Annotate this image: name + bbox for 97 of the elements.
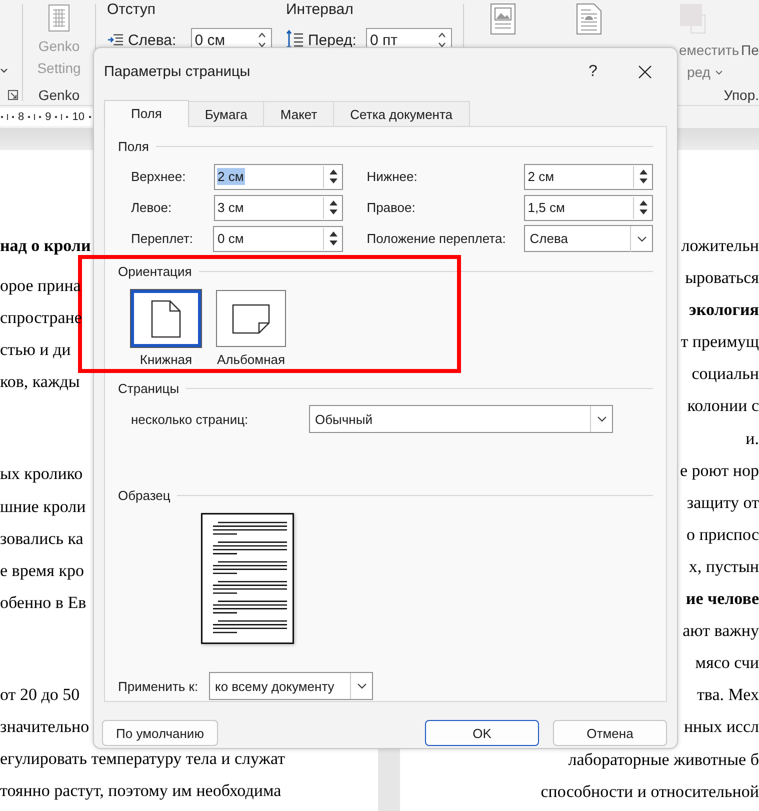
document-grid-icon bbox=[48, 4, 70, 32]
picture-page-icon[interactable] bbox=[490, 3, 517, 35]
group-title: Отступ bbox=[107, 1, 157, 19]
ruler-number: 9 bbox=[45, 111, 52, 123]
spin-up-icon[interactable] bbox=[438, 32, 446, 38]
section-title: Образец bbox=[118, 488, 170, 502]
text-line: о приспос bbox=[686, 524, 759, 546]
tab[interactable]: Сетка документа bbox=[333, 101, 470, 126]
text-line: ыроваться bbox=[685, 267, 759, 290]
field-label: Применить к: bbox=[118, 678, 200, 694]
field-label: Левое: bbox=[131, 200, 173, 215]
text-line: значительно bbox=[0, 716, 90, 738]
text-line: способности и относительной bbox=[540, 780, 759, 803]
spin-down-icon[interactable] bbox=[328, 209, 338, 215]
text-line: х, пустын bbox=[688, 556, 759, 578]
portrait-page-icon bbox=[151, 300, 181, 338]
section-title: Поля bbox=[118, 138, 149, 154]
dropdown[interactable]: Обычный bbox=[309, 405, 613, 433]
spin-field[interactable]: 2 см bbox=[214, 164, 343, 190]
text-line: колонии с bbox=[687, 395, 759, 418]
spin-down-icon[interactable] bbox=[639, 178, 648, 184]
spin-field[interactable]: 0 см bbox=[213, 226, 343, 252]
indent-icon bbox=[107, 33, 124, 47]
chevron-down-icon bbox=[356, 683, 366, 689]
text-line: над о кроли bbox=[0, 235, 91, 257]
orientation-label: Книжная bbox=[140, 352, 192, 368]
tab[interactable]: Поля bbox=[104, 100, 189, 127]
spin-field[interactable]: 2 см bbox=[524, 164, 653, 190]
close-icon bbox=[638, 65, 652, 79]
dialog-button[interactable]: OK bbox=[425, 720, 539, 746]
ruler-number: 10 bbox=[72, 111, 84, 123]
spin-up-icon[interactable] bbox=[639, 169, 648, 175]
text-line: ие челове bbox=[686, 588, 759, 610]
text-line: стью и ди bbox=[0, 339, 71, 362]
dialog-launcher-icon[interactable] bbox=[8, 90, 18, 100]
section-title: Ориентация bbox=[118, 264, 192, 278]
text-line: е время кро bbox=[0, 560, 84, 582]
ruler-number: 8 bbox=[18, 111, 24, 123]
spin-down-icon[interactable] bbox=[639, 209, 648, 215]
field-label: Верхнее: bbox=[131, 169, 187, 184]
text-line: т преимущ bbox=[680, 331, 759, 354]
landscape-page-icon bbox=[232, 304, 270, 334]
spin-down-icon[interactable] bbox=[328, 240, 338, 246]
spin-field[interactable]: 1,5 см bbox=[524, 194, 653, 220]
group-label: Упор. bbox=[724, 87, 759, 103]
ribbon-button[interactable]: Пе bbox=[741, 39, 759, 61]
text-line: ых кролико bbox=[0, 463, 83, 486]
field-label: Перед: bbox=[308, 32, 356, 48]
text-line: лабораторные животные б bbox=[568, 748, 759, 771]
text-line: тва. Мех bbox=[697, 684, 759, 706]
spin-down-icon[interactable] bbox=[438, 42, 446, 48]
text-line: егулировать температуру тела и служат bbox=[0, 748, 286, 770]
orientation-button[interactable] bbox=[216, 290, 286, 347]
chevron-down-icon bbox=[636, 236, 646, 242]
field-label: Правое: bbox=[366, 200, 416, 215]
spin-up-icon[interactable] bbox=[328, 200, 338, 206]
spin-up-icon[interactable] bbox=[328, 169, 338, 175]
text-line: зовались ка bbox=[0, 528, 84, 550]
text-line: тоянно растут, поэтому им необходима bbox=[0, 780, 282, 802]
text-line: е роют нор bbox=[680, 460, 759, 482]
text-line: ков, кажды bbox=[0, 371, 80, 394]
spin-down-icon[interactable] bbox=[258, 42, 266, 48]
field-label: несколько страниц: bbox=[131, 412, 250, 426]
dialog-button[interactable]: Отмена bbox=[553, 720, 667, 746]
text-line: социальн bbox=[692, 363, 759, 386]
dialog-title: Параметры страницы bbox=[104, 64, 252, 80]
text-line: мясо счи bbox=[695, 652, 759, 674]
dropdown[interactable]: ко всему документу bbox=[209, 672, 373, 700]
text-line: ложительн bbox=[681, 235, 759, 257]
chevron-down-icon bbox=[0, 68, 8, 74]
text-line: экология bbox=[689, 299, 759, 322]
section-title: Страницы bbox=[118, 380, 180, 396]
text-line: нных иссл bbox=[684, 716, 759, 738]
spin-up-icon[interactable] bbox=[328, 231, 338, 237]
text-line: обенно в Ев bbox=[0, 592, 86, 614]
text-wrap-icon[interactable] bbox=[576, 3, 603, 35]
spin-up-icon[interactable] bbox=[258, 32, 266, 38]
spin-up-icon[interactable] bbox=[639, 200, 648, 206]
field-label: Нижнее: bbox=[366, 169, 418, 184]
text-line: от 20 до 50 bbox=[0, 684, 80, 706]
help-button[interactable]: ? bbox=[578, 57, 608, 87]
group-label: Genko bbox=[37, 87, 81, 103]
dropdown[interactable]: Слева bbox=[524, 225, 653, 252]
orientation-label: Альбомная bbox=[216, 352, 286, 368]
field-label: Переплет: bbox=[131, 231, 194, 246]
dialog-button[interactable]: По умолчанию bbox=[102, 720, 218, 746]
field-label: Положение переплета: bbox=[366, 231, 507, 246]
text-line: и. bbox=[746, 428, 759, 450]
chevron-down-icon bbox=[596, 416, 606, 422]
spin-field[interactable]: 3 см bbox=[214, 194, 343, 220]
text-line: защиту от bbox=[686, 492, 759, 514]
text-line: ают важну bbox=[682, 620, 759, 642]
field-label: Слева: bbox=[128, 32, 178, 48]
text-line: шние кроли bbox=[0, 496, 86, 518]
spin-down-icon[interactable] bbox=[328, 178, 338, 184]
orientation-button[interactable] bbox=[131, 290, 201, 347]
group-title: Интервал bbox=[286, 1, 354, 19]
